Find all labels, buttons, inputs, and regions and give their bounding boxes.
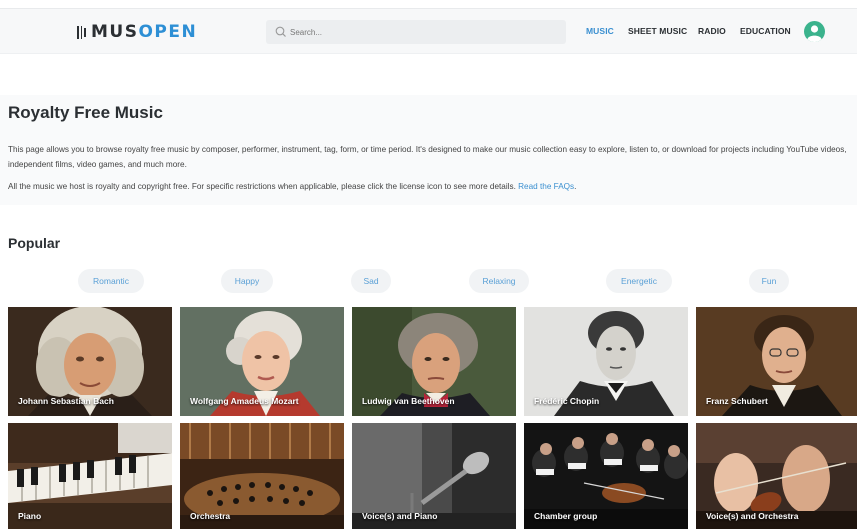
tag-fun[interactable]: Fun <box>749 269 789 293</box>
composer-name: Johann Sebastian Bach <box>18 396 114 406</box>
nav-radio[interactable]: RADIO <box>698 26 726 36</box>
nav-music[interactable]: MUSIC <box>586 26 614 36</box>
intro-paragraph: This page allows you to browse royalty f… <box>8 145 847 169</box>
composer-card-chopin[interactable]: Frédéric Chopin <box>524 307 688 416</box>
instrument-card-piano[interactable]: Piano <box>8 423 172 529</box>
composer-card-mozart[interactable]: Wolfgang Amadeus Mozart <box>180 307 344 416</box>
license-text: All the music we host is royalty and cop… <box>8 182 516 191</box>
tag-energetic[interactable]: Energetic <box>606 269 672 293</box>
license-text-end: . <box>574 182 577 191</box>
logo-text-open: OPEN <box>138 22 198 42</box>
logo-text-mus: MUS <box>91 22 139 42</box>
instrument-card-voice-piano[interactable]: Voice(s) and Piano <box>352 423 516 529</box>
instrument-card-voice-orchestra[interactable]: Voice(s) and Orchestra <box>696 423 857 529</box>
search-box[interactable] <box>266 20 566 44</box>
faq-link[interactable]: Read the FAQs <box>518 182 574 191</box>
logo-bars-icon <box>77 25 86 39</box>
page-title: Royalty Free Music <box>8 103 163 122</box>
user-avatar-icon[interactable] <box>804 21 825 42</box>
instrument-name: Voice(s) and Orchestra <box>706 511 799 521</box>
composer-card-bach[interactable]: Johann Sebastian Bach <box>8 307 172 416</box>
composer-name: Franz Schubert <box>706 396 768 406</box>
search-input[interactable] <box>266 20 566 44</box>
instrument-name: Piano <box>18 511 42 521</box>
musopen-logo[interactable]: MUS OPEN <box>77 22 197 42</box>
instrument-card-chamber-group[interactable]: Chamber group <box>524 423 688 529</box>
tag-relaxing[interactable]: Relaxing <box>469 269 529 293</box>
nav-education[interactable]: EDUCATION <box>740 26 791 36</box>
composer-card-schubert[interactable]: Franz Schubert <box>696 307 857 416</box>
popular-heading: Popular <box>8 235 61 251</box>
instrument-name: Orchestra <box>190 511 231 521</box>
nav-sheet-music[interactable]: SHEET MUSIC <box>628 26 687 36</box>
instrument-name: Voice(s) and Piano <box>362 511 438 521</box>
composer-card-beethoven[interactable]: Ludwig van Beethoven <box>352 307 516 416</box>
composer-name: Frédéric Chopin <box>534 396 600 406</box>
tag-happy[interactable]: Happy <box>221 269 273 293</box>
instrument-name: Chamber group <box>534 511 598 521</box>
search-icon <box>275 26 286 37</box>
tag-romantic[interactable]: Romantic <box>78 269 144 293</box>
composer-name: Wolfgang Amadeus Mozart <box>190 396 299 406</box>
instrument-card-orchestra[interactable]: Orchestra <box>180 423 344 529</box>
composer-name: Ludwig van Beethoven <box>362 396 455 406</box>
top-navbar: MUSOPEN MUSIC SHEET MUSIC RADIO EDUCATIO… <box>0 8 857 54</box>
tag-sad[interactable]: Sad <box>351 269 391 293</box>
license-paragraph: All the music we host is royalty and cop… <box>8 179 853 194</box>
